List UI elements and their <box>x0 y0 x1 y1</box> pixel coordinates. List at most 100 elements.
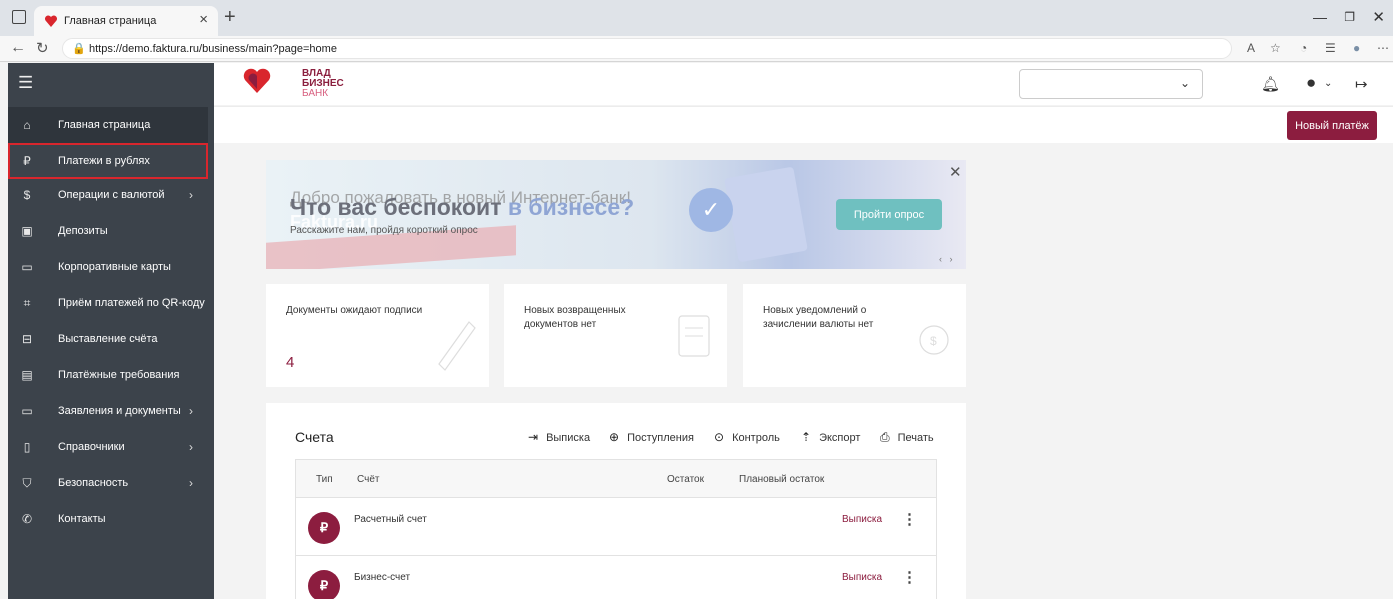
sidebar-item-security[interactable]: ⛉ Безопасность › <box>8 465 208 501</box>
browser-menu-icon[interactable]: ⋯ <box>1377 41 1389 55</box>
favicon-icon <box>44 15 58 27</box>
table-row[interactable]: ₽ Бизнес-счет Выписка ⋮ <box>296 556 936 599</box>
action-label: Контроль <box>732 432 780 444</box>
restore-icon[interactable]: ❐ <box>1344 10 1355 24</box>
extensions-icon[interactable]: ◔ <box>1300 41 1307 55</box>
card-text: Новых возвращенных документов нет <box>524 305 626 330</box>
receipts-action[interactable]: ⊕ Поступления <box>609 430 694 444</box>
invoice-icon: ⊟ <box>21 332 33 346</box>
logo-line-3: БАНК <box>302 88 329 99</box>
card-returned-documents[interactable]: Новых возвращенных документов нет <box>504 284 727 387</box>
column-account[interactable]: Счёт <box>357 474 379 485</box>
take-survey-button[interactable]: Пройти опрос <box>836 199 942 230</box>
table-row[interactable]: ₽ Расчетный счет Выписка ⋮ <box>296 498 936 556</box>
control-icon: ⊙ <box>714 430 725 444</box>
sidebar-item-applications[interactable]: ▭ Заявления и документы › <box>8 393 208 429</box>
sidebar-item-qr[interactable]: ⌗ Приём платежей по QR-коду <box>8 285 208 321</box>
column-balance[interactable]: Остаток <box>667 474 704 485</box>
action-label: Печать <box>897 432 934 444</box>
table-header: Тип Счёт Остаток Плановый остаток <box>296 460 936 498</box>
checkmark-icon: ✓ <box>689 188 733 232</box>
tab-close-icon[interactable]: × <box>199 11 208 28</box>
export-action[interactable]: ⇡ Экспорт <box>801 430 860 444</box>
control-action[interactable]: ⊙ Контроль <box>714 430 780 444</box>
menu-hamburger-icon[interactable]: ☰ <box>18 73 33 93</box>
chevron-right-icon: › <box>189 440 193 454</box>
reload-icon[interactable]: ↻ <box>36 39 49 57</box>
headline-part-2: в бизнесе? <box>507 194 635 220</box>
sidebar-item-label: Депозиты <box>58 225 108 237</box>
tab-actions-icon[interactable] <box>12 10 26 24</box>
account-name: Бизнес-счет <box>354 572 411 583</box>
profile-icon[interactable]: ● <box>1353 41 1360 55</box>
card-pending-signatures[interactable]: Документы ожидают подписи 4 <box>266 284 489 387</box>
organization-select[interactable]: ⌄ <box>1019 69 1203 99</box>
receipts-icon: ⊕ <box>609 430 620 444</box>
back-icon[interactable]: ← <box>10 39 26 57</box>
window-close-icon[interactable]: ✕ <box>1372 8 1385 26</box>
banner-close-icon[interactable]: ✕ <box>949 163 962 181</box>
sidebar: ☰ ⌂ Главная страница ₽ Платежи в рублях … <box>8 63 214 599</box>
bank-name: ВЛАД БИЗНЕС БАНК <box>302 69 344 99</box>
column-type[interactable]: Тип <box>316 474 333 485</box>
browser-tab-bar: Главная страница × + — ❐ ✕ <box>0 0 1393 36</box>
home-icon: ⌂ <box>23 118 31 132</box>
more-options-icon[interactable]: ⋮ <box>902 568 917 586</box>
promo-banner[interactable]: Добро пожаловать в новый Интернет-банк! … <box>266 160 966 269</box>
action-label: Поступления <box>627 432 694 444</box>
sidebar-item-invoice[interactable]: ⊟ Выставление счёта <box>8 321 208 357</box>
account-name: Расчетный счет <box>354 514 427 525</box>
favorites-bar-icon[interactable]: ☰ <box>1325 41 1336 55</box>
sidebar-item-cards[interactable]: ▭ Корпоративные карты <box>8 249 208 285</box>
minimize-icon[interactable]: — <box>1313 9 1327 25</box>
card-text: Новых уведомлений о зачислении валюты не… <box>763 305 874 330</box>
url-text: https://demo.faktura.ru/business/main?pa… <box>89 43 337 55</box>
new-tab-icon[interactable]: + <box>224 6 236 29</box>
read-aloud-icon[interactable]: A <box>1247 41 1255 55</box>
sidebar-item-home[interactable]: ⌂ Главная страница <box>8 107 208 143</box>
sidebar-item-deposits[interactable]: ▣ Депозиты <box>8 213 208 249</box>
more-options-icon[interactable]: ⋮ <box>902 510 917 528</box>
shield-icon: ⛉ <box>22 476 32 490</box>
sidebar-item-currency[interactable]: $ Операции с валютой › <box>8 177 208 213</box>
sidebar-item-label: Приём платежей по QR-коду <box>58 297 205 309</box>
ruble-avatar-icon: ₽ <box>308 570 340 599</box>
statement-action[interactable]: ⇥ Выписка <box>528 430 590 444</box>
bell-icon[interactable]: 🔔︎ <box>1261 75 1280 93</box>
app-header: ВЛАД БИЗНЕС БАНК ⌄ 🔔︎ ● ⌄ ↦ <box>214 63 1393 105</box>
sidebar-item-references[interactable]: ▯ Справочники › <box>8 429 208 465</box>
statement-link[interactable]: Выписка <box>842 572 882 583</box>
book-icon: ▯ <box>23 440 31 454</box>
deposit-icon: ▣ <box>21 224 33 238</box>
new-payment-button[interactable]: Новый платёж <box>1287 111 1377 140</box>
accounts-panel: Счета ⇥ Выписка ⊕ Поступления ⊙ Контроль ⇡ Э… <box>266 403 966 599</box>
browser-tab[interactable]: Главная страница × <box>34 6 218 36</box>
banner-pager-icon[interactable]: ‹ › <box>939 254 953 264</box>
card-icon: ▭ <box>21 260 33 274</box>
qr-icon: ⌗ <box>23 296 31 310</box>
document-illustration <box>724 166 808 263</box>
chevron-down-icon: ⌄ <box>1179 76 1190 90</box>
action-bar: Новый платёж <box>214 106 1393 143</box>
coin-icon: $ <box>919 325 949 355</box>
favorite-star-icon[interactable]: ☆ <box>1270 41 1281 55</box>
sidebar-item-contacts[interactable]: ✆ Контакты <box>8 501 208 537</box>
chevron-down-icon[interactable]: ⌄ <box>1324 78 1332 89</box>
action-label: Экспорт <box>819 432 861 444</box>
column-planned-balance[interactable]: Плановый остаток <box>739 474 824 485</box>
bank-logo[interactable]: ВЛАД БИЗНЕС БАНК <box>242 67 344 99</box>
user-icon[interactable]: ● <box>1306 73 1316 93</box>
chevron-right-icon: › <box>189 476 193 490</box>
sidebar-item-payment-requests[interactable]: ▤ Платёжные требования <box>8 357 208 393</box>
statement-link[interactable]: Выписка <box>842 514 882 525</box>
card-currency-notifications[interactable]: Новых уведомлений о зачислении валюты не… <box>743 284 966 387</box>
chevron-right-icon: › <box>189 188 193 202</box>
accounts-title: Счета <box>295 429 334 445</box>
sidebar-item-ruble-payments[interactable]: ₽ Платежи в рублях <box>8 143 208 179</box>
sidebar-item-label: Платежи в рублях <box>58 155 150 167</box>
print-action[interactable]: ⎙ Печать <box>880 430 934 445</box>
logout-icon[interactable]: ↦ <box>1355 75 1368 93</box>
action-label: Выписка <box>546 432 591 444</box>
sidebar-item-label: Справочники <box>58 441 125 453</box>
url-field[interactable]: 🔒 https://demo.faktura.ru/business/main?… <box>62 38 1232 59</box>
